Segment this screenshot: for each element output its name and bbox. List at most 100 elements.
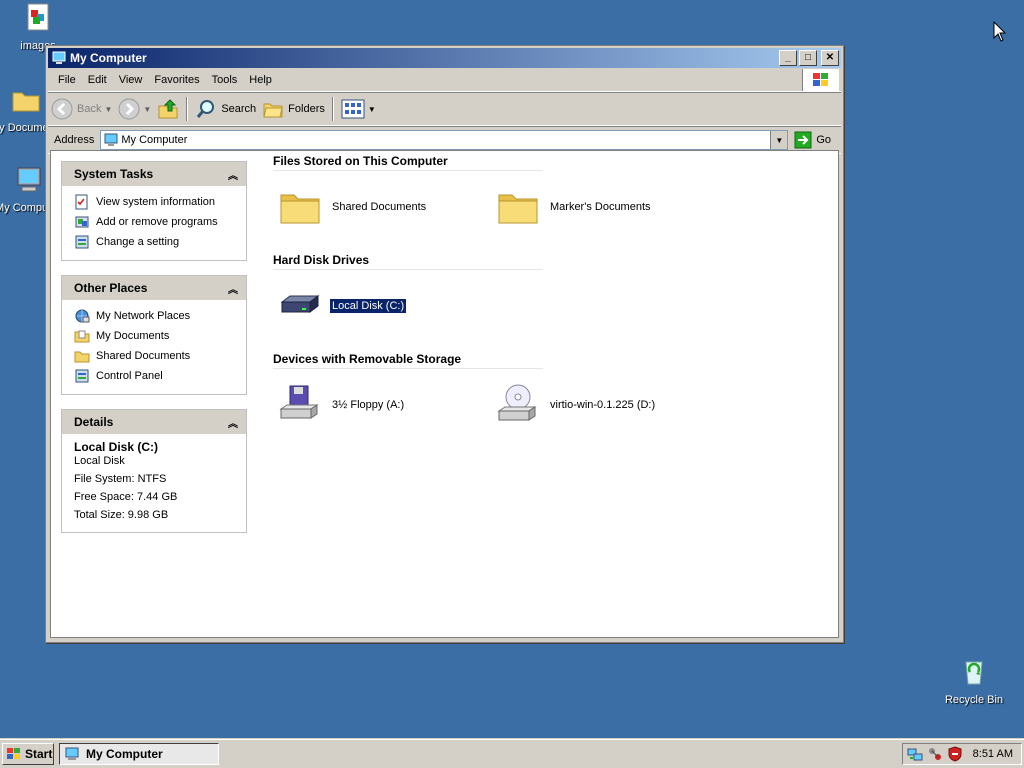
menu-edit[interactable]: Edit <box>82 74 113 86</box>
chevron-down-icon[interactable]: ▼ <box>143 105 151 114</box>
back-label: Back <box>77 103 102 115</box>
details-file-system: File System: NTFS <box>74 473 167 485</box>
go-button[interactable]: Go <box>788 131 841 149</box>
folders-label: Folders <box>288 103 325 115</box>
address-label: Address <box>54 134 95 146</box>
panel-title: System Tasks <box>74 167 154 181</box>
taskbar-button-label: My Computer <box>86 747 163 761</box>
menu-file[interactable]: File <box>48 74 82 86</box>
computer-icon <box>65 747 79 760</box>
item-cd-drive-d[interactable]: virtio-win-0.1.225 (D:) <box>496 383 657 427</box>
task-add-remove-programs[interactable]: Add or remove programs <box>74 212 238 232</box>
my-documents-icon <box>74 330 90 343</box>
image-file-icon <box>27 3 49 31</box>
task-pane: System Tasks ︽ View system information A… <box>61 161 247 547</box>
network-places-icon <box>75 309 90 323</box>
window-title: My Computer <box>70 51 147 65</box>
minimize-button[interactable]: _ <box>779 50 797 66</box>
toolbar-separator <box>186 97 189 121</box>
search-button[interactable]: Search <box>192 95 259 123</box>
place-label: Control Panel <box>96 370 163 382</box>
folders-button[interactable]: Folders <box>259 95 328 123</box>
item-markers-documents[interactable]: Marker's Documents <box>496 185 653 229</box>
title-bar[interactable]: My Computer _ □ ✕ <box>48 48 841 68</box>
address-input[interactable]: My Computer ▼ <box>100 130 789 150</box>
mouse-cursor-icon <box>993 21 1007 42</box>
recycle-bin-icon <box>965 661 983 685</box>
go-label: Go <box>816 134 831 146</box>
toolbar: Back ▼ ▼ Search Folders ▼ <box>48 92 841 126</box>
clock[interactable]: 8:51 AM <box>973 748 1013 760</box>
forward-button[interactable]: ▼ <box>115 95 154 123</box>
cd-drive-icon <box>497 384 537 421</box>
security-shield-icon[interactable] <box>947 746 963 762</box>
maximize-icon: □ <box>804 52 812 63</box>
windows-logo-icon <box>813 73 828 86</box>
system-tasks-panel: System Tasks ︽ View system information A… <box>61 161 247 261</box>
item-label: Local Disk (C:) <box>328 298 408 314</box>
taskbar: Start My Computer 8:51 AM <box>0 739 1024 768</box>
place-my-documents[interactable]: My Documents <box>74 326 238 346</box>
group-title-removable-storage: Devices with Removable Storage <box>273 352 543 369</box>
collapse-chevron-icon[interactable]: ︽ <box>228 281 238 296</box>
floppy-drive-icon <box>279 385 319 419</box>
close-icon: ✕ <box>825 52 835 63</box>
task-change-a-setting[interactable]: Change a setting <box>74 232 238 252</box>
menu-tools[interactable]: Tools <box>206 74 244 86</box>
menu-view[interactable]: View <box>113 74 149 86</box>
network-activity-icon[interactable] <box>927 746 943 762</box>
control-panel-icon <box>75 235 89 249</box>
place-control-panel[interactable]: Control Panel <box>74 366 238 386</box>
close-button[interactable]: ✕ <box>821 50 839 66</box>
place-label: Shared Documents <box>96 350 191 362</box>
desktop-icon-label: Recycle Bin <box>944 694 1004 706</box>
forward-arrow-icon <box>118 98 140 120</box>
chevron-down-icon: ▼ <box>775 135 784 145</box>
task-label: Add or remove programs <box>96 216 218 228</box>
panel-title: Other Places <box>74 281 148 295</box>
network-connection-icon[interactable] <box>907 746 923 762</box>
start-button[interactable]: Start <box>2 743 54 765</box>
address-dropdown-button[interactable]: ▼ <box>770 131 788 149</box>
search-label: Search <box>221 103 257 115</box>
task-view-system-information[interactable]: View system information <box>74 192 238 212</box>
item-label: Marker's Documents <box>550 201 651 213</box>
control-panel-icon <box>75 369 89 383</box>
other-places-header[interactable]: Other Places ︽ <box>62 276 246 300</box>
menu-help[interactable]: Help <box>243 74 278 86</box>
windows-logo <box>802 69 839 91</box>
collapse-chevron-icon[interactable]: ︽ <box>228 415 238 430</box>
taskbar-button-my-computer[interactable]: My Computer <box>59 743 219 765</box>
place-my-network-places[interactable]: My Network Places <box>74 306 238 326</box>
group-title-hard-disk-drives: Hard Disk Drives <box>273 253 543 270</box>
folder-icon <box>12 92 40 112</box>
folder-icon <box>74 351 90 363</box>
go-arrow-icon <box>794 131 812 149</box>
menu-bar: File Edit View Favorites Tools Help <box>48 69 841 92</box>
back-button[interactable]: Back ▼ <box>48 95 115 123</box>
computer-icon <box>17 167 41 192</box>
item-local-disk-c[interactable]: Local Disk (C:) <box>278 284 408 328</box>
views-button[interactable]: ▼ <box>338 95 379 123</box>
item-floppy-a[interactable]: 3½ Floppy (A:) <box>278 383 406 427</box>
desktop-icon-recycle-bin[interactable]: Recycle Bin <box>938 656 1010 706</box>
folders-icon <box>263 103 283 118</box>
details-free-space: Free Space: 7.44 GB <box>74 491 178 503</box>
system-tasks-header[interactable]: System Tasks ︽ <box>62 162 246 186</box>
up-folder-button[interactable] <box>154 95 182 123</box>
details-header[interactable]: Details ︽ <box>62 410 246 434</box>
my-computer-window[interactable]: My Computer _ □ ✕ File Edit View Favorit… <box>45 45 844 643</box>
views-grid-icon <box>341 99 365 119</box>
maximize-button[interactable]: □ <box>799 50 817 66</box>
other-places-panel: Other Places ︽ My Network Places My Docu… <box>61 275 247 395</box>
place-shared-documents[interactable]: Shared Documents <box>74 346 238 366</box>
item-label: virtio-win-0.1.225 (D:) <box>550 399 656 411</box>
search-icon <box>197 100 215 118</box>
item-shared-documents[interactable]: Shared Documents <box>278 185 428 229</box>
chevron-down-icon[interactable]: ▼ <box>368 105 376 114</box>
collapse-chevron-icon[interactable]: ︽ <box>228 167 238 182</box>
hard-disk-icon <box>280 295 320 313</box>
chevron-down-icon[interactable]: ▼ <box>104 105 112 114</box>
item-label: Shared Documents <box>332 201 427 213</box>
menu-favorites[interactable]: Favorites <box>148 74 205 86</box>
